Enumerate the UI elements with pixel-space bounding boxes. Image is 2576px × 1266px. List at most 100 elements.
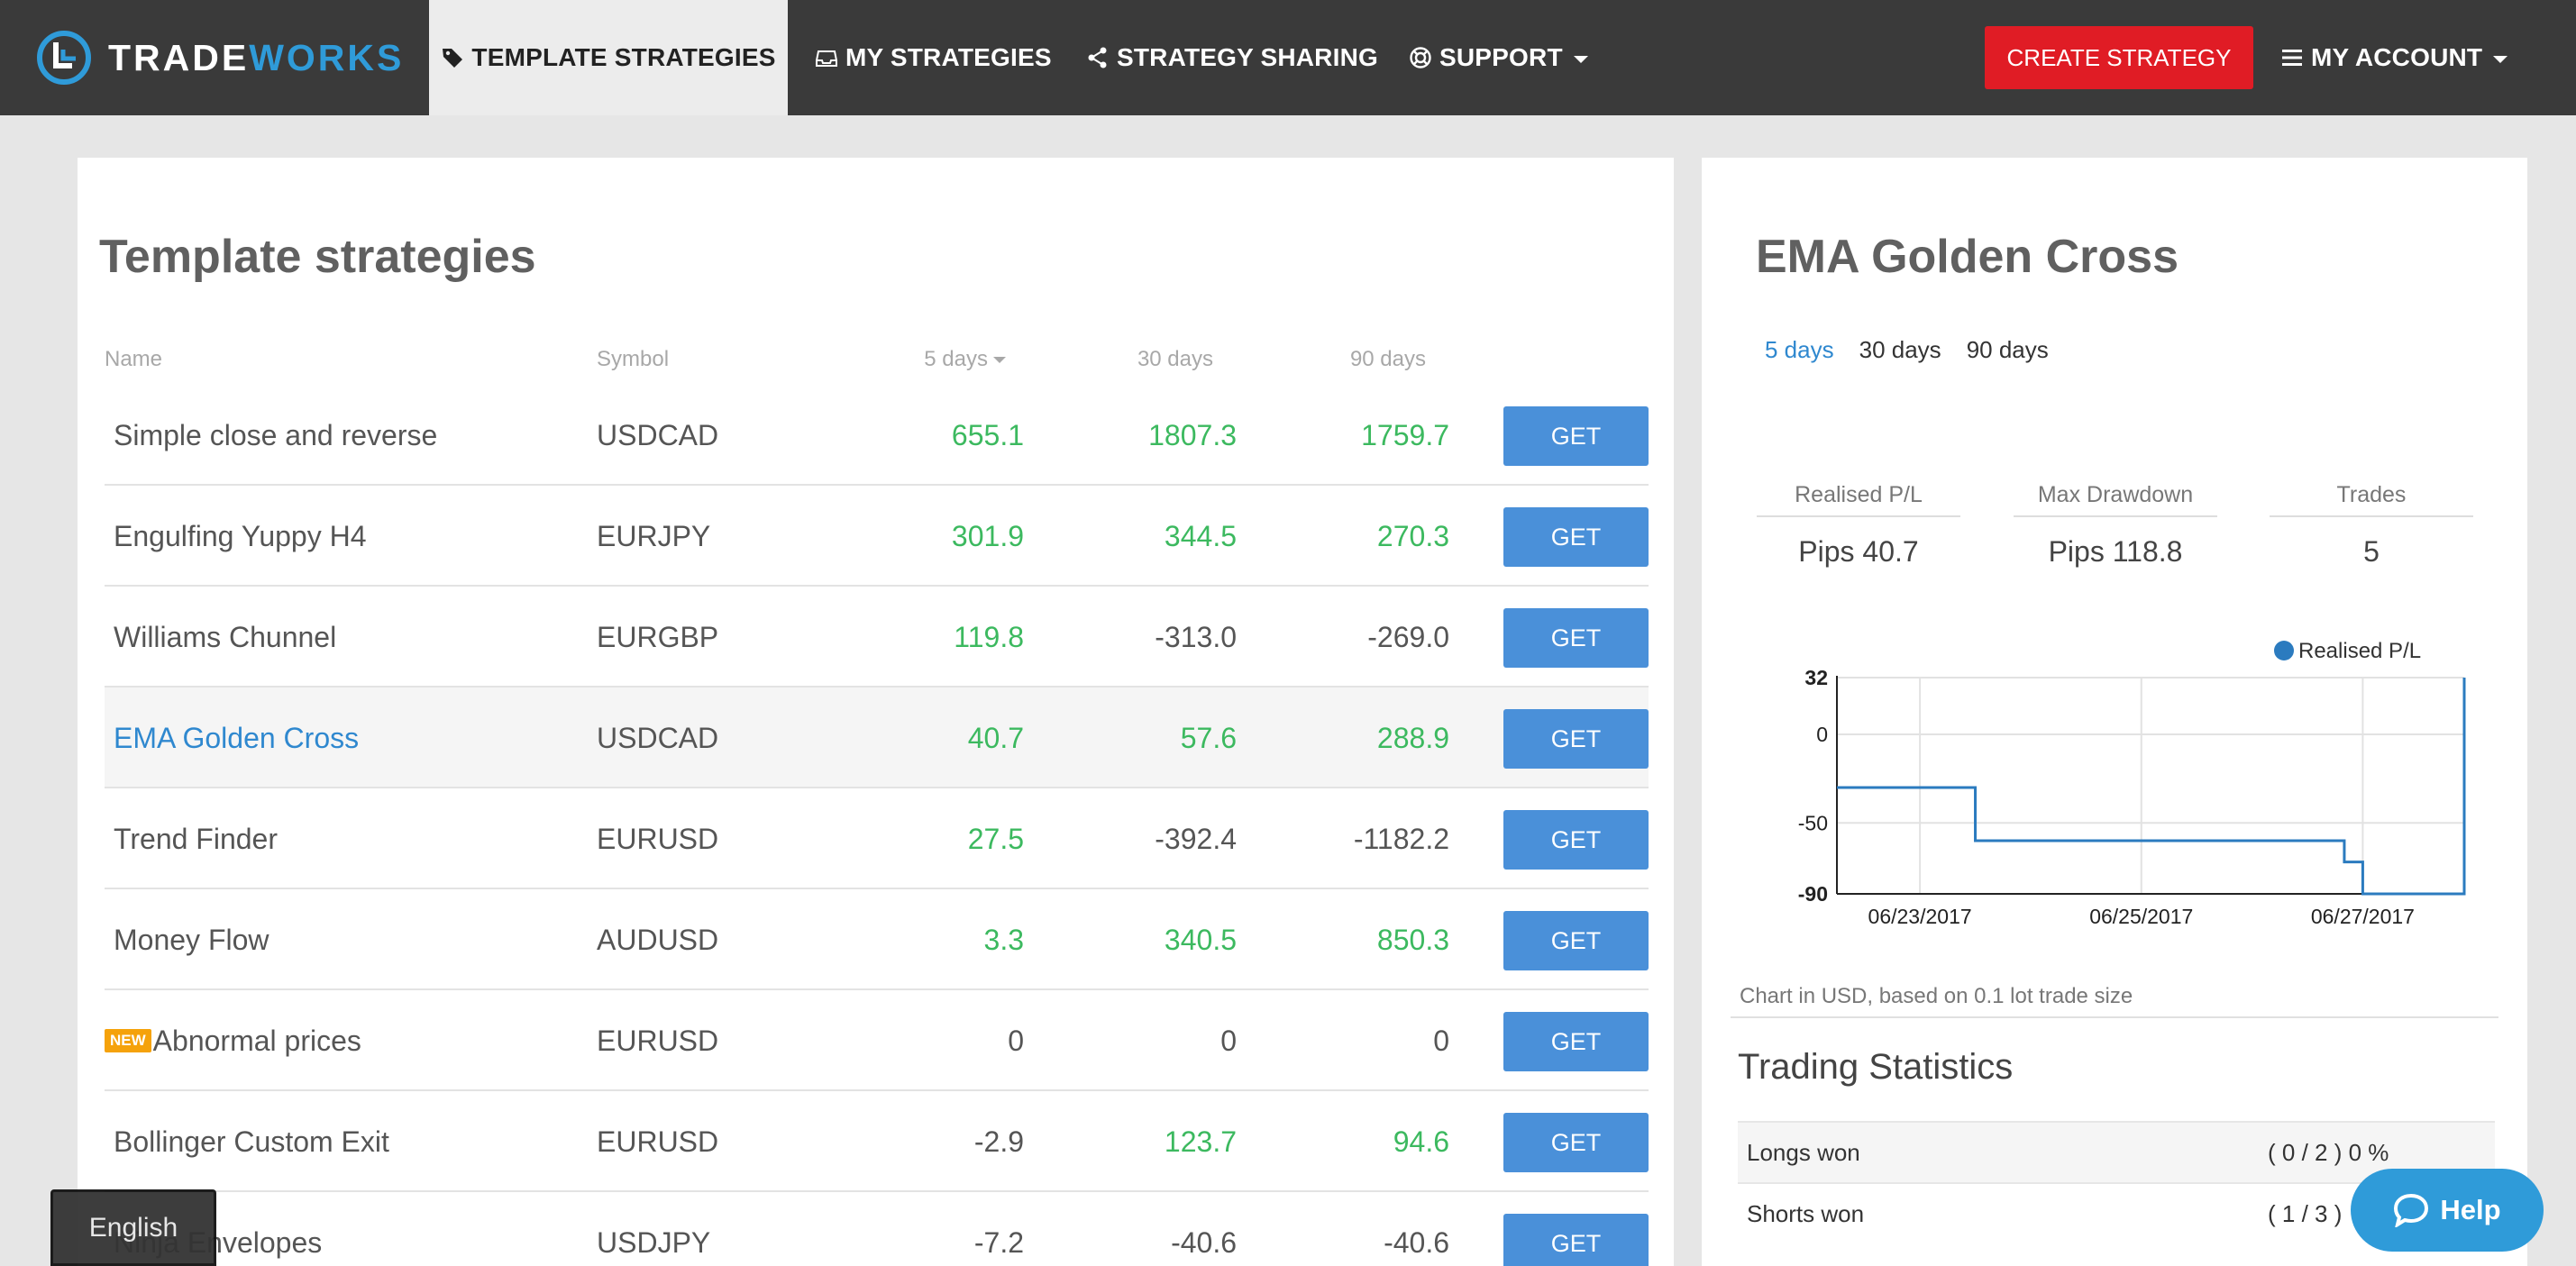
chart-series [1837, 678, 2466, 896]
trading-statistics-title: Trading Statistics [1738, 1047, 2014, 1087]
strategy-symbol: USDCAD [597, 721, 719, 754]
value-90-days: 850.3 [1376, 923, 1449, 956]
stats-value: ( 0 / 2 ) 0 % [2268, 1138, 2389, 1166]
table-row[interactable]: Bollinger Custom Exit EURUSD -2.9 123.7 … [105, 1091, 1649, 1192]
value-5-days: 27.5 [967, 822, 1024, 855]
stats-value: ( 1 / 3 ) [2268, 1199, 2343, 1227]
strategy-name[interactable]: Bollinger Custom Exit [114, 1091, 389, 1192]
page-title: Template strategies [99, 231, 536, 283]
nav-template-strategies[interactable]: TEMPLATE STRATEGIES [429, 0, 788, 115]
nav-my-strategies-label: MY STRATEGIES [845, 43, 1052, 71]
help-label: Help [2440, 1194, 2501, 1225]
stats-label: Longs won [1747, 1138, 1860, 1166]
create-strategy-button[interactable]: CREATE STRATEGY [1985, 26, 2253, 89]
chart-note: Chart in USD, based on 0.1 lot trade siz… [1740, 984, 2133, 1008]
nav-my-account[interactable]: MY ACCOUNT [2280, 0, 2508, 115]
value-5-days: 3.3 [983, 923, 1024, 956]
get-button[interactable]: GET [1503, 608, 1649, 668]
strategy-symbol: EURUSD [597, 1024, 719, 1057]
nav-template-strategies-label: TEMPLATE STRATEGIES [471, 43, 776, 71]
get-button[interactable]: GET [1503, 1012, 1649, 1071]
realised-pl-chart: 06/23/2017 06/25/2017 06/27/2017320-50-90 … [1798, 639, 2466, 928]
strategy-symbol: AUDUSD [597, 923, 719, 956]
value-90-days: 270.3 [1376, 519, 1449, 552]
nav-my-strategies[interactable]: MY STRATEGIES [815, 0, 1052, 115]
get-button[interactable]: GET [1503, 911, 1649, 970]
get-button[interactable]: GET [1503, 1214, 1649, 1266]
strategy-symbol: USDCAD [597, 418, 719, 451]
brand-logo[interactable]: TRADEWORKS [36, 27, 404, 88]
value-90-days: -269.0 [1367, 620, 1449, 653]
get-button[interactable]: GET [1503, 507, 1649, 567]
y-tick-label: -50 [1798, 811, 1828, 834]
help-button[interactable]: Help [2351, 1169, 2544, 1252]
column-header-5-days[interactable]: 5 days [826, 347, 1006, 372]
hamburger-menu-icon [2282, 50, 2302, 66]
table-row[interactable]: Trend Finder EURUSD 27.5 -392.4 -1182.2 … [105, 788, 1649, 889]
value-5-days: 655.1 [951, 418, 1024, 451]
value-90-days: -1182.2 [1353, 822, 1449, 855]
strategy-symbol: EURUSD [597, 822, 719, 855]
legend-label: Realised P/L [2298, 639, 2421, 663]
brand-name: TRADEWORKS [108, 36, 405, 78]
nav-support[interactable]: SUPPORT [1409, 0, 1588, 115]
language-selector[interactable]: English [50, 1189, 216, 1266]
strategy-symbol: EURJPY [597, 519, 711, 552]
y-tick-label: 0 [1816, 723, 1828, 746]
value-5-days: 301.9 [951, 519, 1024, 552]
value-30-days: -313.0 [1155, 620, 1237, 653]
value-90-days: -40.6 [1384, 1225, 1449, 1259]
chart-axes: 06/23/2017 06/25/2017 06/27/2017 32 0 -50 -90 [1798, 666, 2464, 928]
strategy-name[interactable]: Simple close and reverse [114, 385, 437, 486]
y-tick-label: 32 [1804, 666, 1828, 689]
strategy-name[interactable]: Engulfing Yuppy H4 [114, 486, 367, 587]
inbox-icon [816, 50, 837, 67]
value-30-days: 1807.3 [1148, 418, 1237, 451]
series-line-realised-pl [1837, 678, 2466, 896]
column-header-name[interactable]: Name [105, 347, 162, 372]
value-5-days: -2.9 [973, 1125, 1024, 1158]
value-5-days: -7.2 [973, 1225, 1024, 1259]
strategy-name[interactable]: Williams Chunnel [114, 587, 336, 688]
strategy-symbol: EURUSD [597, 1125, 719, 1158]
y-tick-label: -90 [1798, 882, 1828, 906]
strategy-symbol: EURGBP [597, 620, 719, 653]
table-row[interactable]: Engulfing Yuppy H4 EURJPY 301.9 344.5 27… [105, 486, 1649, 587]
table-row[interactable]: Simple close and reverse USDCAD 655.1 18… [105, 385, 1649, 486]
strategy-name-link[interactable]: EMA Golden Cross [114, 688, 359, 788]
get-button[interactable]: GET [1503, 810, 1649, 870]
table-row[interactable]: Ninja Envelopes USDJPY -7.2 -40.6 -40.6 … [105, 1192, 1649, 1266]
value-90-days: 288.9 [1376, 721, 1449, 754]
column-header-90-days[interactable]: 90 days [1246, 347, 1426, 372]
value-30-days: 57.6 [1180, 721, 1237, 754]
strategy-name[interactable]: Money Flow [114, 889, 269, 990]
value-5-days: 40.7 [967, 721, 1024, 754]
get-button[interactable]: GET [1503, 406, 1649, 466]
template-strategies-panel: Template strategies Name Symbol 5 days 3… [78, 158, 1674, 1266]
nav-strategy-sharing[interactable]: STRATEGY SHARING [1086, 0, 1378, 115]
get-button[interactable]: GET [1503, 1113, 1649, 1172]
nav-strategy-sharing-label: STRATEGY SHARING [1117, 43, 1378, 71]
strategy-name[interactable]: Trend Finder [114, 788, 278, 889]
table-row[interactable]: Money Flow AUDUSD 3.3 340.5 850.3 GET [105, 889, 1649, 990]
top-navbar: TRADEWORKS TEMPLATE STRATEGIES MY STRATE… [0, 0, 2576, 115]
column-header-30-days[interactable]: 30 days [1033, 347, 1213, 372]
table-row[interactable]: NEW Abnormal prices EURUSD 0 0 0 GET [105, 990, 1649, 1091]
new-badge: NEW [105, 1029, 151, 1052]
x-tick-label: 06/27/2017 [2311, 905, 2415, 928]
divider [1731, 1016, 2498, 1018]
column-header-symbol[interactable]: Symbol [597, 347, 669, 372]
tradeworks-logo-icon [37, 31, 91, 85]
value-30-days: 123.7 [1164, 1125, 1237, 1158]
value-90-days: 0 [1433, 1024, 1449, 1057]
table-row[interactable]: Williams Chunnel EURGBP 119.8 -313.0 -26… [105, 587, 1649, 688]
get-button[interactable]: GET [1503, 709, 1649, 769]
nav-support-label: SUPPORT [1439, 43, 1563, 71]
value-30-days: -392.4 [1155, 822, 1237, 855]
value-5-days: 119.8 [954, 620, 1024, 653]
x-tick-label: 06/25/2017 [2089, 905, 2193, 928]
table-row-selected[interactable]: EMA Golden Cross USDCAD 40.7 57.6 288.9 … [105, 688, 1649, 788]
value-30-days: 0 [1220, 1024, 1237, 1057]
strategy-name[interactable]: NEW Abnormal prices [105, 990, 361, 1091]
stats-label: Shorts won [1747, 1199, 1865, 1227]
